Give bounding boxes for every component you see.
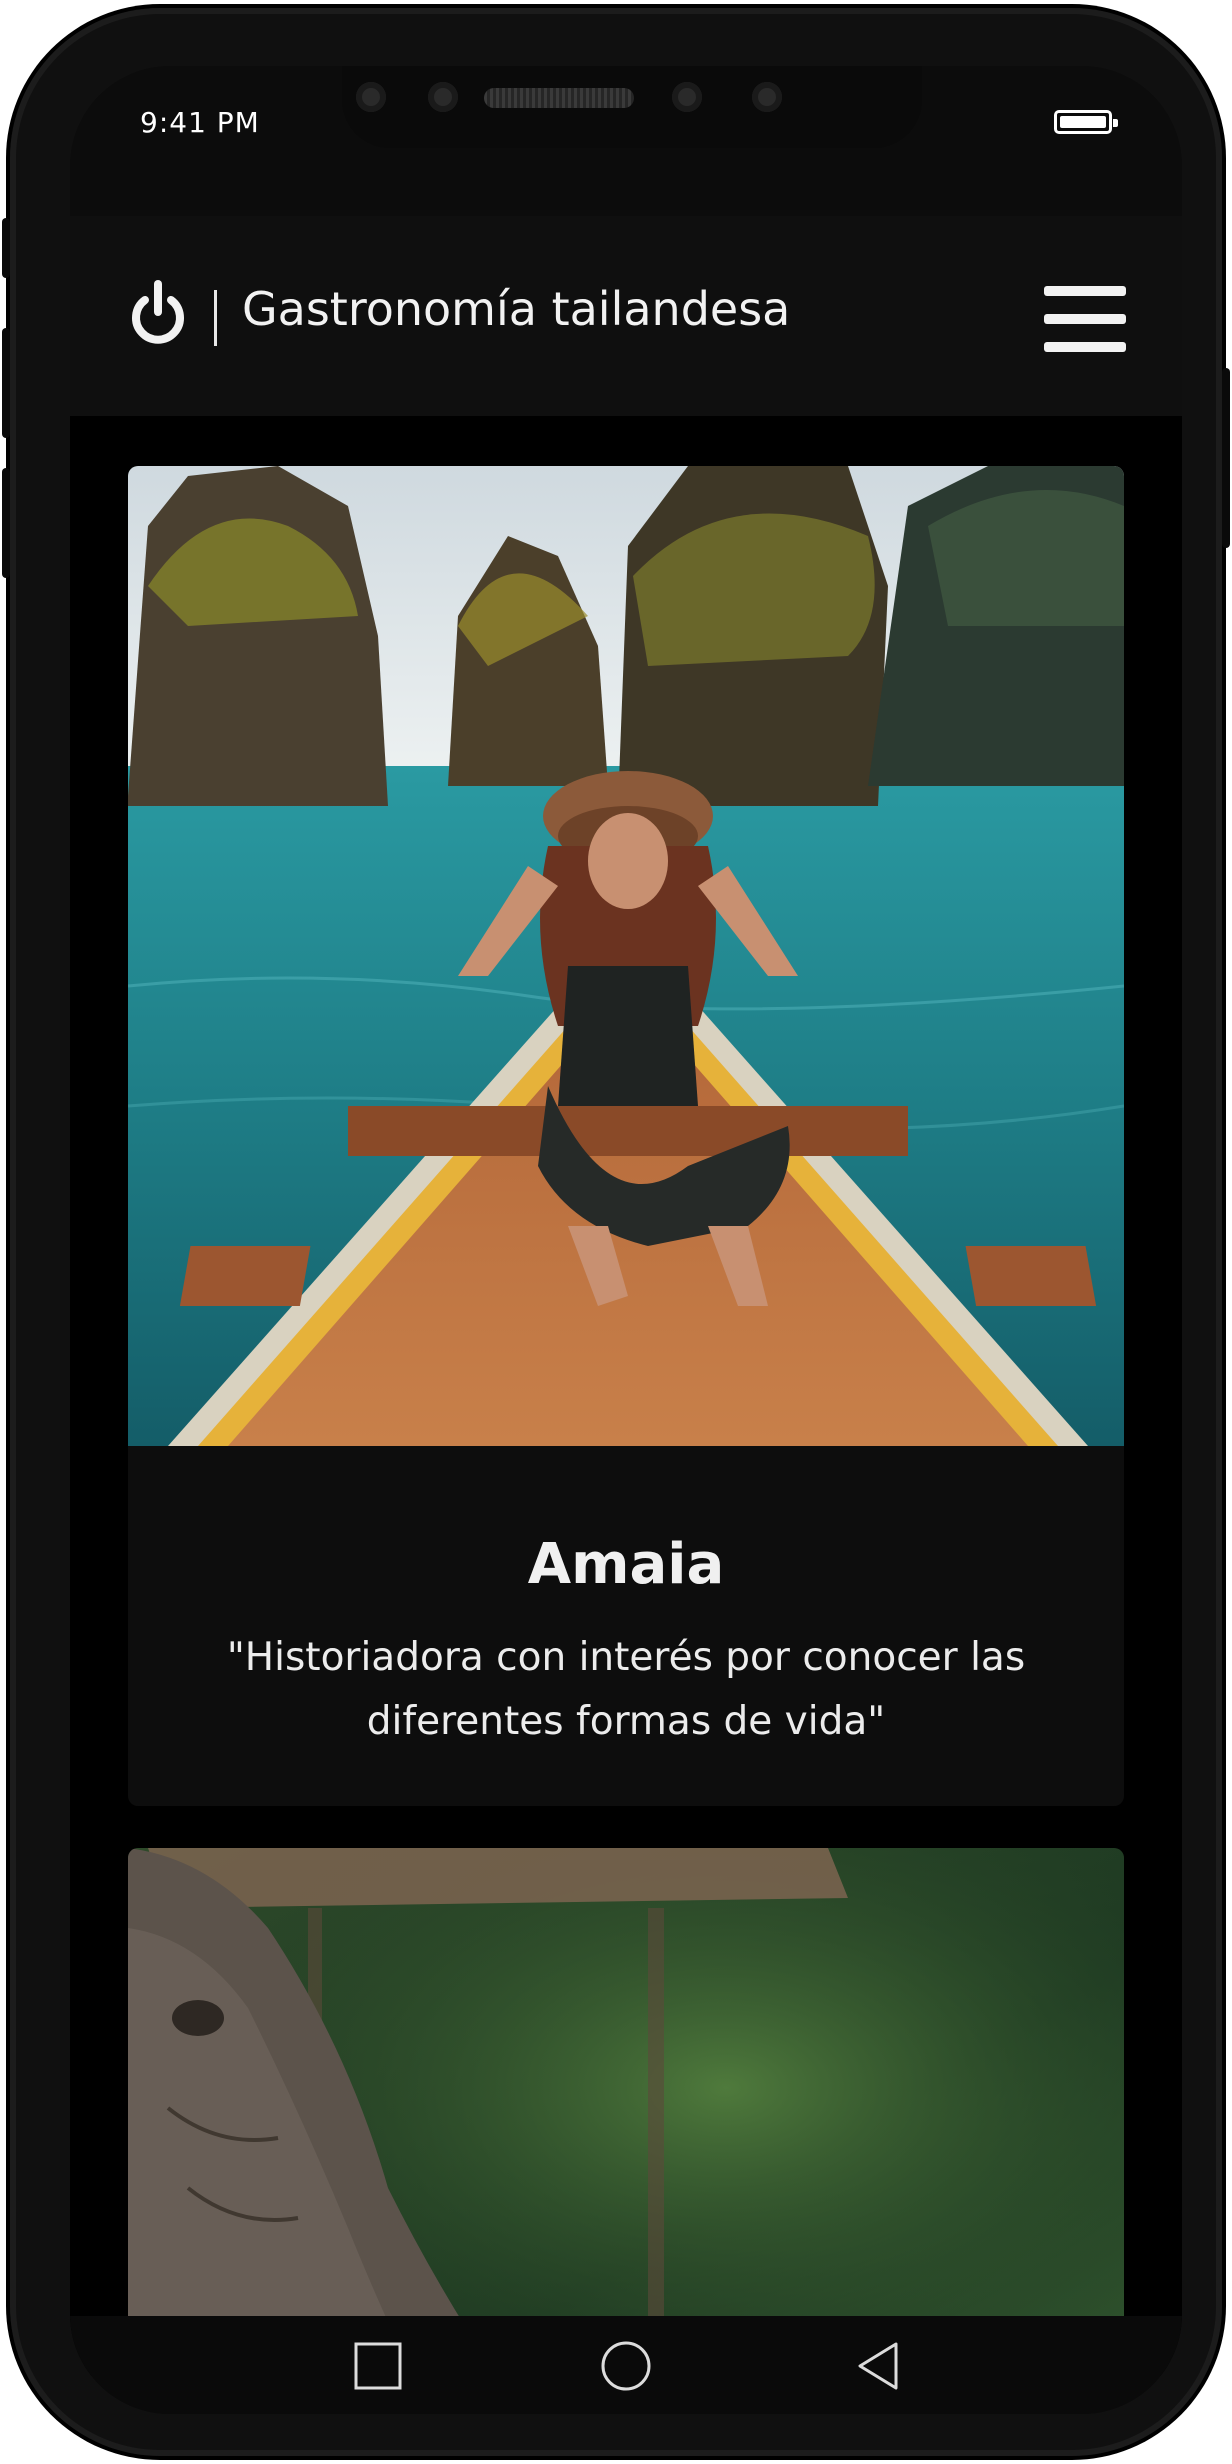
volume-up-button <box>2 328 10 438</box>
earpiece-speaker <box>484 88 634 108</box>
profile-card[interactable]: Amaia "Historiadora con interés por cono… <box>128 466 1124 1806</box>
profile-quote: "Historiadora con interés por conocer la… <box>226 1635 1026 1744</box>
profile-name: Amaia <box>527 1532 725 1597</box>
android-nav-bar <box>70 2316 1182 2414</box>
woman-in-hat-on-longtail-boat-photo <box>128 466 1124 1446</box>
sensor <box>428 82 458 112</box>
header-divider <box>214 290 217 346</box>
status-bar: 9:41 PM <box>70 66 1182 226</box>
phone-screen: 9:41 PM Gastronomía tailandesa Amaia "Hi… <box>70 66 1182 2414</box>
app-header: Gastronomía tailandesa <box>70 216 1182 416</box>
volume-down-button <box>2 468 10 578</box>
hamburger-menu-icon[interactable] <box>1044 286 1126 352</box>
phone-frame: 9:41 PM Gastronomía tailandesa Amaia "Hi… <box>2 8 1230 2456</box>
content-scroll-area[interactable]: Amaia "Historiadora con interés por cono… <box>70 416 1182 2376</box>
power-icon[interactable] <box>128 278 188 348</box>
sensor <box>672 82 702 112</box>
status-time: 9:41 PM <box>140 106 260 139</box>
square-recents-icon[interactable] <box>350 2338 406 2394</box>
triangle-back-icon[interactable] <box>850 2338 906 2394</box>
elephant-and-woman-photo <box>128 1848 1124 2376</box>
app-title: Gastronomía tailandesa <box>242 282 791 336</box>
power-button <box>1222 368 1230 548</box>
circle-home-icon[interactable] <box>598 2338 654 2394</box>
battery-icon <box>1054 110 1118 134</box>
mute-switch <box>2 218 10 278</box>
profile-card[interactable] <box>128 1848 1124 2376</box>
front-camera <box>356 82 386 112</box>
camera-notch <box>342 66 922 148</box>
proximity-sensor <box>752 82 782 112</box>
